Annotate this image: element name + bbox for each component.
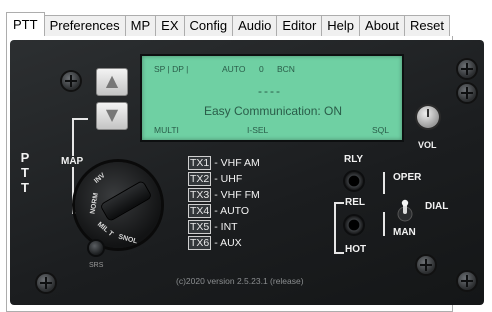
oper-label: OPER bbox=[393, 172, 422, 183]
srs-label: SRS bbox=[89, 262, 104, 269]
tab-reset[interactable]: Reset bbox=[405, 15, 450, 37]
hot-label: HOT bbox=[345, 244, 367, 255]
chevron-down-icon: ▼ bbox=[105, 105, 119, 124]
volume-knob[interactable] bbox=[417, 106, 439, 128]
channel-up-button[interactable]: ▲ bbox=[96, 68, 128, 96]
lcd-mode: AUTO bbox=[222, 64, 246, 74]
tab-bar: PTT Preferences MP EX Config Audio Edito… bbox=[6, 12, 450, 37]
lcd-number: 0 bbox=[259, 64, 264, 74]
lcd-status: Easy Communication: ON bbox=[204, 104, 343, 118]
srs-button[interactable] bbox=[89, 241, 103, 255]
tx-row[interactable]: TX1- VHF AM bbox=[188, 156, 260, 170]
screw-top-left bbox=[62, 72, 80, 90]
channel-down-button[interactable]: ▼ bbox=[96, 102, 128, 130]
tx-row[interactable]: TX4- AUTO bbox=[188, 204, 249, 218]
tx-row[interactable]: TX5- INT bbox=[188, 220, 238, 234]
lcd-top-left: SP | DP | bbox=[154, 64, 189, 74]
map-label: MAP bbox=[59, 156, 86, 167]
rel-hot-jack[interactable] bbox=[345, 216, 363, 234]
lcd-multi: MULTI bbox=[154, 125, 179, 135]
screw-bottom-left bbox=[37, 274, 55, 292]
rly-label: RLY bbox=[344, 154, 364, 165]
tab-mp[interactable]: MP bbox=[125, 15, 157, 37]
tab-preferences[interactable]: Preferences bbox=[44, 15, 126, 37]
tab-audio[interactable]: Audio bbox=[233, 15, 278, 37]
tab-ptt[interactable]: PTT bbox=[6, 12, 45, 36]
lcd-bcn: BCN bbox=[277, 64, 295, 74]
tx-row[interactable]: TX2- UHF bbox=[188, 172, 242, 186]
tab-config[interactable]: Config bbox=[184, 15, 234, 37]
vol-label: VOL bbox=[418, 140, 437, 150]
version-footer: (c)2020 version 2.5.23.1 (release) bbox=[176, 276, 304, 286]
rel-label: REL bbox=[345, 197, 365, 208]
man-line bbox=[383, 212, 385, 236]
lcd-isel: I-SEL bbox=[247, 125, 269, 135]
lcd-display: SP | DP | AUTO 0 BCN ---- Easy Communica… bbox=[140, 54, 404, 142]
oper-line bbox=[383, 172, 385, 194]
ptt-label: PTT bbox=[20, 150, 30, 195]
tab-ex[interactable]: EX bbox=[156, 15, 185, 37]
tx-row[interactable]: TX6- AUX bbox=[188, 236, 242, 250]
dial-man-toggle[interactable] bbox=[397, 198, 413, 222]
man-label: MAN bbox=[393, 227, 416, 238]
screw-bottom-right bbox=[458, 272, 476, 290]
tx-row[interactable]: TX3- VHF FM bbox=[188, 188, 260, 202]
rly-jack[interactable] bbox=[345, 172, 363, 190]
rel-hot-bracket bbox=[334, 202, 344, 254]
chevron-up-icon: ▲ bbox=[105, 71, 119, 90]
screw-bottom-right-inner bbox=[417, 256, 435, 274]
dial-label: DIAL bbox=[425, 201, 449, 212]
tab-about[interactable]: About bbox=[360, 15, 406, 37]
lcd-dashes: ---- bbox=[258, 84, 282, 98]
screw-mid-right bbox=[458, 84, 476, 102]
screw-top-right bbox=[458, 60, 476, 78]
tab-editor[interactable]: Editor bbox=[277, 15, 323, 37]
tab-help[interactable]: Help bbox=[322, 15, 361, 37]
lcd-sql: SQL bbox=[372, 125, 390, 135]
